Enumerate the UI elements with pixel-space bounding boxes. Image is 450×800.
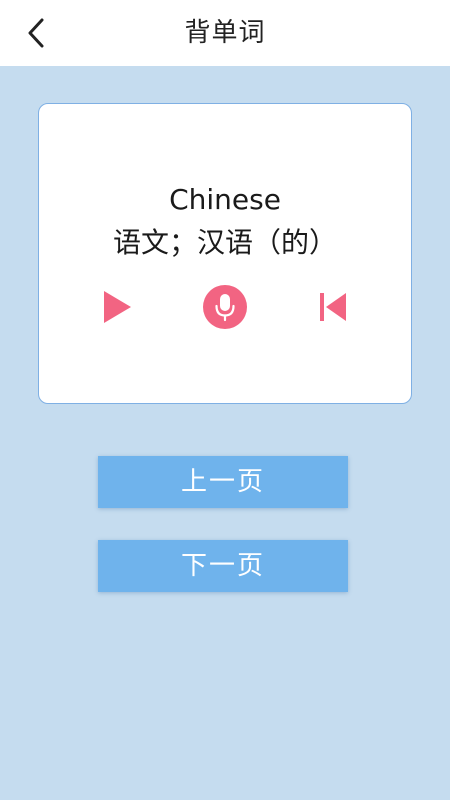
- word-meaning: 语文；汉语（的）: [112, 226, 337, 259]
- top-bar: 背单词: [0, 0, 450, 66]
- play-button[interactable]: [100, 288, 134, 326]
- next-page-button[interactable]: 下一页: [98, 540, 348, 592]
- word-text: Chinese: [169, 183, 281, 216]
- skip-back-icon: [320, 293, 346, 321]
- restart-button[interactable]: [316, 290, 348, 324]
- microphone-icon: [203, 285, 247, 329]
- previous-page-button[interactable]: 上一页: [98, 456, 348, 508]
- page-title: 背单词: [184, 18, 266, 48]
- play-icon: [104, 291, 131, 323]
- microphone-button[interactable]: [203, 285, 247, 329]
